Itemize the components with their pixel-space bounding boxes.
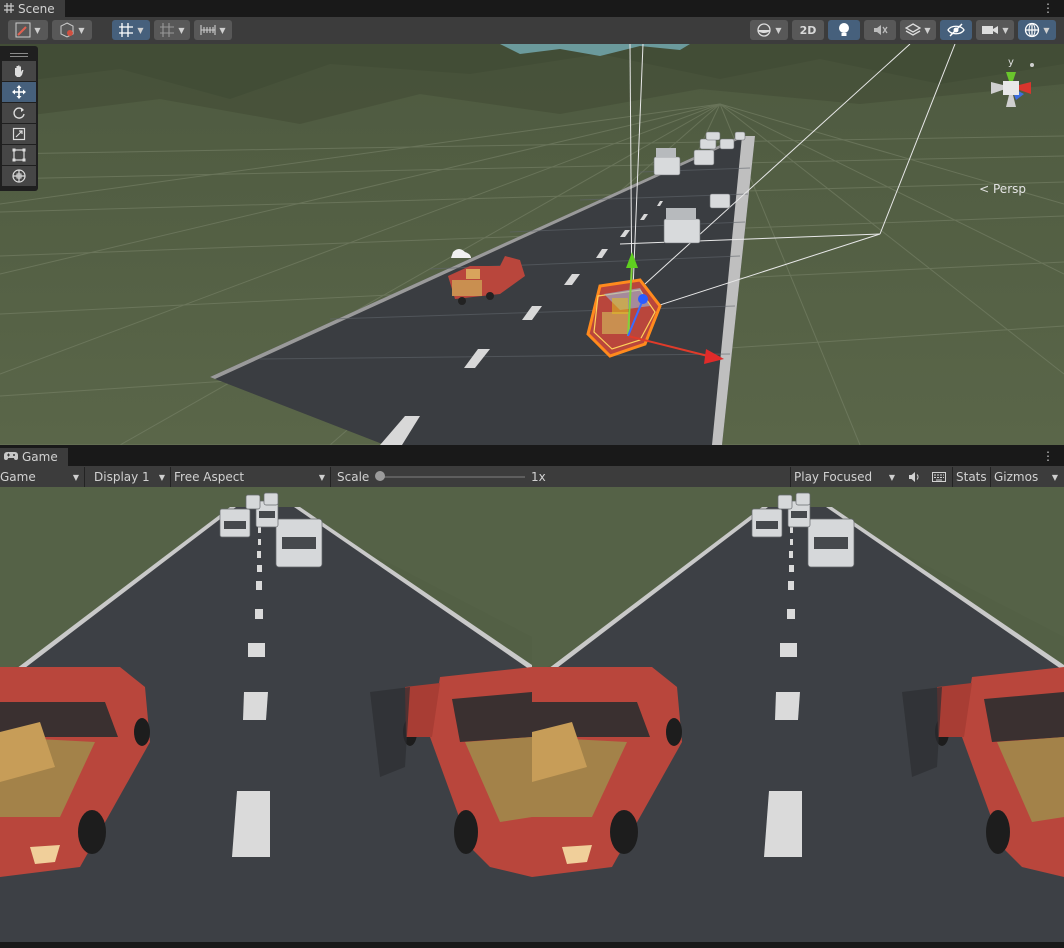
gizmo-globe-icon [1025,22,1040,38]
orientation-gizmo[interactable]: y [976,52,1046,122]
scale-tool-button[interactable] [2,124,36,144]
scene-tab-bar: Scene ⋮ [0,0,1064,17]
scale-label: Scale [337,470,370,484]
chevron-down-icon: ▼ [1051,472,1058,482]
brush-icon [15,22,31,38]
game-menu-icon[interactable]: ⋮ [1042,449,1054,463]
rotate-icon [13,107,25,119]
gizmo-y-label: y [1008,57,1014,68]
layers-icon [905,23,922,36]
speaker-icon [909,472,919,482]
move-arrows-icon [12,85,26,99]
window-bottom-edge [0,942,1064,948]
tool-palette-grip[interactable] [2,48,36,61]
play-mode-select[interactable]: Play Focused ▼ [794,467,900,487]
gizmos-button[interactable]: ▼ [1018,20,1056,40]
2d-label: 2D [799,23,817,37]
keyboard-icon [932,472,946,482]
cube-icon [60,22,74,38]
move-tool-button[interactable] [2,82,36,102]
scale-value-container: 1x [531,467,561,487]
gizmos-label: Gizmos [994,470,1039,484]
hand-icon [15,65,24,77]
eye-hidden-icon [947,23,965,37]
light-bulb-icon [839,23,849,36]
hand-tool-button[interactable] [2,61,36,81]
grid-icon [4,2,14,16]
tab-scene[interactable]: Scene [0,0,65,17]
increment-snap-button[interactable]: ▼ [154,20,190,40]
aspect-select[interactable]: Free Aspect ▼ [174,467,330,487]
scale-slider-thumb[interactable] [375,471,385,481]
grid-snap-icon [119,23,134,37]
camera-settings-button[interactable]: ▼ [976,20,1014,40]
scene-render [0,44,1064,445]
display-select[interactable]: Display 1 ▼ [90,467,170,487]
scene-visibility-button[interactable] [940,20,972,40]
aspect-label: Free Aspect [174,470,245,484]
effects-button[interactable]: ▼ [900,20,936,40]
gamepad-icon [4,450,18,464]
rotate-tool-button[interactable] [2,103,36,123]
projection-toggle[interactable]: < Persp [979,182,1026,196]
tool-palette [0,46,38,191]
camera-icon [982,26,999,34]
game-viewport[interactable] [0,487,1064,942]
rect-tool-button[interactable] [2,145,36,165]
draw-mode-button[interactable]: ▼ [8,20,48,40]
transform-icon [12,169,26,183]
scale-value: 1x [531,470,546,484]
tab-game[interactable]: Game [0,448,68,466]
game-render [0,487,1064,942]
game-view-label: Game [0,470,36,484]
transform-tool-button[interactable] [2,166,36,186]
2d-toggle-button[interactable]: 2D [792,20,824,40]
game-view-select[interactable]: Game ▼ [0,467,84,487]
keyboard-shortcuts-button[interactable] [928,467,950,487]
gizmos-dropdown[interactable]: Gizmos ▼ [994,467,1064,487]
display-label: Display 1 [94,470,150,484]
scene-toolbar: ▼ ▼ ▼ ▼ ▼ ▼ 2D ▼ ▼ ▼ [0,17,1064,44]
sphere-icon [757,23,772,37]
scene-menu-icon[interactable]: ⋮ [1042,1,1054,15]
mute-audio-button[interactable] [904,467,924,487]
game-tab-bar: Game ⋮ [0,448,1064,466]
rect-transform-icon [12,148,26,162]
persp-label: Persp [993,182,1026,196]
scale-icon [12,127,26,141]
chevron-left-icon: < [979,182,990,196]
stats-label: Stats [956,470,987,484]
play-mode-label: Play Focused [794,470,873,484]
lighting-toggle-button[interactable] [828,20,860,40]
scene-viewport[interactable]: y < Persp [0,44,1064,445]
render-mode-button[interactable]: ▼ [750,20,788,40]
chevron-down-icon: ▼ [888,472,895,482]
audio-toggle-button[interactable] [864,20,896,40]
ruler-icon [200,25,216,35]
tab-game-label: Game [22,450,58,464]
scale-label-container: Scale [337,467,377,487]
grid-snap-button[interactable]: ▼ [112,20,150,40]
audio-muted-icon [874,25,888,35]
chevron-down-icon: ▼ [158,472,165,482]
increment-snap-icon [160,23,175,37]
shading-mode-button[interactable]: ▼ [52,20,92,40]
chevron-down-icon: ▼ [72,472,79,482]
tab-scene-label: Scene [18,1,55,16]
chevron-down-icon: ▼ [318,472,325,482]
ruler-button[interactable]: ▼ [194,20,232,40]
scale-slider-track[interactable] [380,476,525,478]
stats-button[interactable]: Stats [956,467,990,487]
